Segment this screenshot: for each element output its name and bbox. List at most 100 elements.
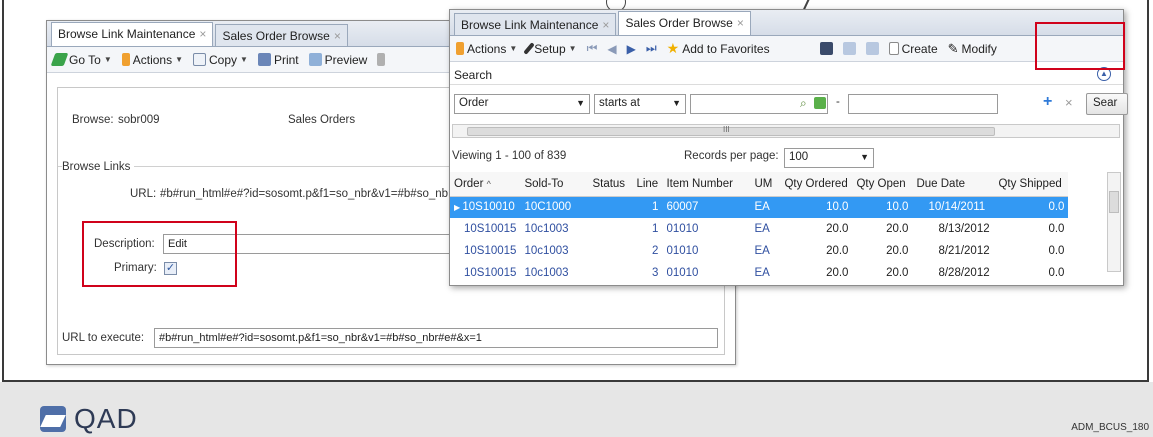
- cell-sold-to[interactable]: 10c1003: [520, 262, 588, 284]
- last-page-icon[interactable]: ⏭: [646, 41, 657, 56]
- slide-code: ADM_BCUS_180: [1071, 422, 1149, 433]
- cell-qty-shipped: 0.0: [1048, 223, 1065, 235]
- tab-close-icon[interactable]: ×: [737, 16, 744, 30]
- goto-button[interactable]: Go To ▼: [50, 53, 112, 67]
- tab-browse-link-maintenance[interactable]: Browse Link Maintenance ×: [454, 13, 617, 35]
- document-icon: [888, 42, 899, 55]
- cell-qty-shipped: 0.0: [1048, 245, 1065, 257]
- table-row[interactable]: ▶ 10S10010 10C1000 1 60007 EA 10.0 10.0 …: [450, 196, 1069, 218]
- add-criteria-icon[interactable]: +: [1043, 93, 1052, 111]
- column-header-sold-to[interactable]: Sold-To: [520, 172, 589, 197]
- chevron-down-icon: ▼: [860, 152, 869, 162]
- search-button[interactable]: Sear: [1086, 93, 1128, 115]
- next-page-icon[interactable]: ▶: [627, 42, 636, 56]
- records-per-page-select[interactable]: 100 ▼: [784, 148, 874, 168]
- chevron-down-icon: ▼: [175, 55, 184, 64]
- cell-due-date: 10/14/2011: [912, 196, 995, 218]
- tile-view-icon[interactable]: [865, 42, 879, 55]
- modify-button[interactable]: ✎ Modify: [948, 41, 997, 57]
- setup-button[interactable]: Setup ▼: [523, 42, 577, 56]
- column-header-um[interactable]: UM: [750, 172, 781, 197]
- lookup-icon[interactable]: ⌕: [800, 96, 807, 111]
- attach-icon[interactable]: [377, 53, 386, 66]
- sort-asc-icon: ^: [486, 178, 491, 189]
- scroll-grip: III: [723, 125, 730, 134]
- tab-browse-link-maintenance[interactable]: Browse Link Maintenance ×: [51, 22, 214, 46]
- chevron-down-icon: ▼: [568, 44, 577, 53]
- go-icon[interactable]: [814, 97, 826, 109]
- url-execute-field[interactable]: #b#run_html#e#?id=sosomt.p&f1=so_nbr&v1=…: [154, 328, 718, 348]
- column-header-qty-open[interactable]: Qty Open: [852, 172, 913, 197]
- add-to-favorites-button[interactable]: ★ Add to Favorites: [667, 40, 770, 57]
- qad-logo: QAD: [40, 403, 138, 435]
- column-header-due-date[interactable]: Due Date: [912, 172, 995, 197]
- column-header-qty-shipped[interactable]: Qty Shipped: [994, 172, 1069, 197]
- tab-close-icon[interactable]: ×: [602, 18, 609, 32]
- cell-qty-open: 20.0: [886, 223, 909, 235]
- column-header-qty-ordered[interactable]: Qty Ordered: [780, 172, 853, 197]
- cell-item[interactable]: 01010: [662, 240, 750, 262]
- prev-page-icon[interactable]: ◀: [607, 42, 616, 56]
- tab-close-icon[interactable]: ×: [199, 27, 206, 41]
- horizontal-scrollbar[interactable]: III: [452, 124, 1120, 138]
- column-header-item-number[interactable]: Item Number: [662, 172, 751, 197]
- cell-sold-to[interactable]: 10c1003: [520, 240, 588, 262]
- url-value: #b#run_html#e#?id=sosomt.p&f1=so_nbr&v1=…: [160, 188, 449, 200]
- url-label: URL:: [130, 188, 157, 200]
- table-row[interactable]: 10S10015 10c1003 3 01010 EA 20.0 20.0 8/…: [450, 262, 1068, 284]
- tab-label: Sales Order Browse: [625, 16, 733, 30]
- highlight-box-description: [82, 221, 237, 287]
- copy-button[interactable]: Copy ▼: [193, 53, 248, 67]
- cell-status: [588, 240, 632, 262]
- cell-um: EA: [754, 223, 770, 235]
- tab-sales-order-browse[interactable]: Sales Order Browse ×: [215, 24, 348, 46]
- cell-qty-open: 10.0: [852, 196, 913, 218]
- cell-due-date: 8/21/2012: [938, 245, 990, 257]
- preview-button[interactable]: Preview: [308, 53, 367, 67]
- print-button[interactable]: Print: [257, 53, 299, 67]
- table-row[interactable]: 10S10015 10c1003 1 01010 EA 20.0 20.0 8/…: [450, 218, 1068, 240]
- create-button[interactable]: Create: [888, 42, 938, 56]
- grid-view-icon[interactable]: [819, 42, 833, 55]
- first-page-icon[interactable]: ⏮: [587, 41, 598, 56]
- actions-button[interactable]: Actions ▼: [456, 42, 517, 56]
- scroll-thumb[interactable]: [467, 127, 995, 136]
- cell-item[interactable]: 01010: [662, 262, 750, 284]
- remove-criteria-icon[interactable]: ×: [1065, 95, 1073, 110]
- search-range-input[interactable]: [848, 94, 998, 114]
- cell-item[interactable]: 01010: [662, 218, 750, 240]
- cell-qty-shipped: 0.0: [994, 196, 1069, 218]
- chevron-down-icon: ▼: [240, 55, 248, 64]
- search-value-input[interactable]: [690, 94, 828, 114]
- actions-button[interactable]: Actions ▼: [121, 53, 184, 67]
- cell-order[interactable]: 10S10015: [450, 262, 520, 284]
- column-header-line[interactable]: Line: [632, 172, 663, 197]
- vertical-scrollbar[interactable]: [1107, 172, 1121, 272]
- cell-item[interactable]: 60007: [662, 196, 751, 218]
- tab-sales-order-browse[interactable]: Sales Order Browse ×: [618, 11, 751, 35]
- chevron-down-icon: ▼: [576, 98, 585, 108]
- cell-qty-open: 20.0: [886, 245, 909, 257]
- table-row[interactable]: 10S10015 10c1003 2 01010 EA 20.0 20.0 8/…: [450, 240, 1068, 262]
- qad-logo-text: QAD: [74, 403, 138, 434]
- actions-icon: [456, 42, 464, 55]
- cell-qty-shipped: 0.0: [1048, 267, 1065, 279]
- grid-header-row: Order ^ Sold-To Status Line Item Number …: [450, 172, 1069, 197]
- cell-order[interactable]: 10S10015: [450, 240, 520, 262]
- sales-order-browse-window: Browse Link Maintenance × Sales Order Bro…: [449, 9, 1128, 286]
- search-field-select[interactable]: Order ▼: [454, 94, 590, 114]
- column-header-order[interactable]: Order ^: [450, 172, 521, 197]
- cell-sold-to[interactable]: 10C1000: [520, 196, 589, 218]
- tab-close-icon[interactable]: ×: [334, 29, 341, 43]
- scroll-thumb[interactable]: [1109, 191, 1119, 213]
- range-separator: -: [836, 96, 840, 108]
- cell-order[interactable]: 10S10015: [450, 218, 520, 240]
- sales-order-grid: Order ^ Sold-To Status Line Item Number …: [450, 172, 1069, 284]
- list-view-icon[interactable]: [842, 42, 856, 55]
- search-operator-select[interactable]: starts at ▼: [594, 94, 686, 114]
- cell-line: 1: [632, 196, 663, 218]
- cell-order[interactable]: ▶ 10S10010: [450, 196, 521, 218]
- cell-status: [588, 218, 632, 240]
- column-header-status[interactable]: Status: [588, 172, 633, 197]
- cell-sold-to[interactable]: 10c1003: [520, 218, 588, 240]
